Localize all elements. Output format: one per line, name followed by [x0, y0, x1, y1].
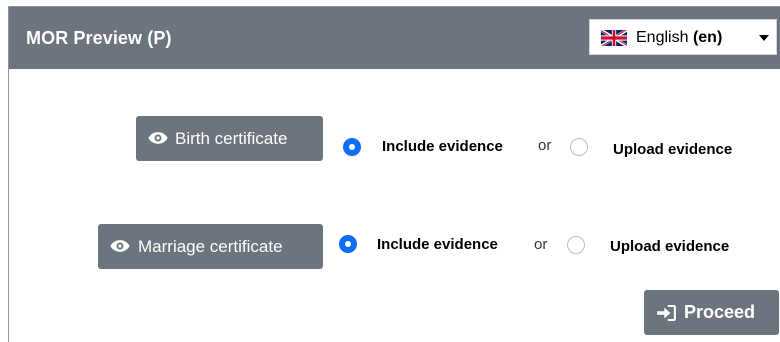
marriage-include-radio[interactable]	[339, 235, 357, 253]
sign-in-arrow-icon	[657, 305, 676, 321]
birth-certificate-label: Birth certificate	[175, 129, 288, 148]
page-title: MOR Preview (P)	[26, 28, 172, 48]
birth-include-label: Include evidence	[382, 138, 503, 155]
marriage-upload-label: Upload evidence	[610, 238, 730, 255]
marriage-or-text: or	[534, 236, 548, 253]
marriage-certificate-label: Marriage certificate	[138, 237, 283, 256]
birth-or-text: or	[538, 137, 552, 154]
proceed-label: Proceed	[684, 302, 756, 322]
uk-flag-icon	[601, 30, 627, 46]
mor-preview-panel: MOR Preview (P) English (en) Birth certi…	[8, 6, 780, 342]
panel-header: MOR Preview (P) English (en)	[9, 7, 780, 69]
marriage-certificate-button[interactable]: Marriage certificate	[98, 224, 323, 269]
language-code: (en)	[692, 29, 723, 46]
birth-upload-radio[interactable]	[570, 138, 588, 156]
birth-include-radio[interactable]	[343, 138, 361, 156]
language-name: English	[636, 29, 689, 46]
marriage-upload-radio[interactable]	[567, 236, 585, 254]
birth-upload-label: Upload evidence	[613, 141, 733, 158]
birth-certificate-button[interactable]: Birth certificate	[136, 116, 323, 161]
eye-icon	[148, 132, 168, 144]
marriage-include-label: Include evidence	[377, 236, 498, 253]
proceed-button[interactable]: Proceed	[644, 290, 779, 335]
language-label: English (en)	[636, 28, 722, 48]
chevron-down-icon	[759, 35, 769, 41]
eye-icon	[110, 240, 130, 252]
language-selector[interactable]: English (en)	[589, 19, 777, 55]
